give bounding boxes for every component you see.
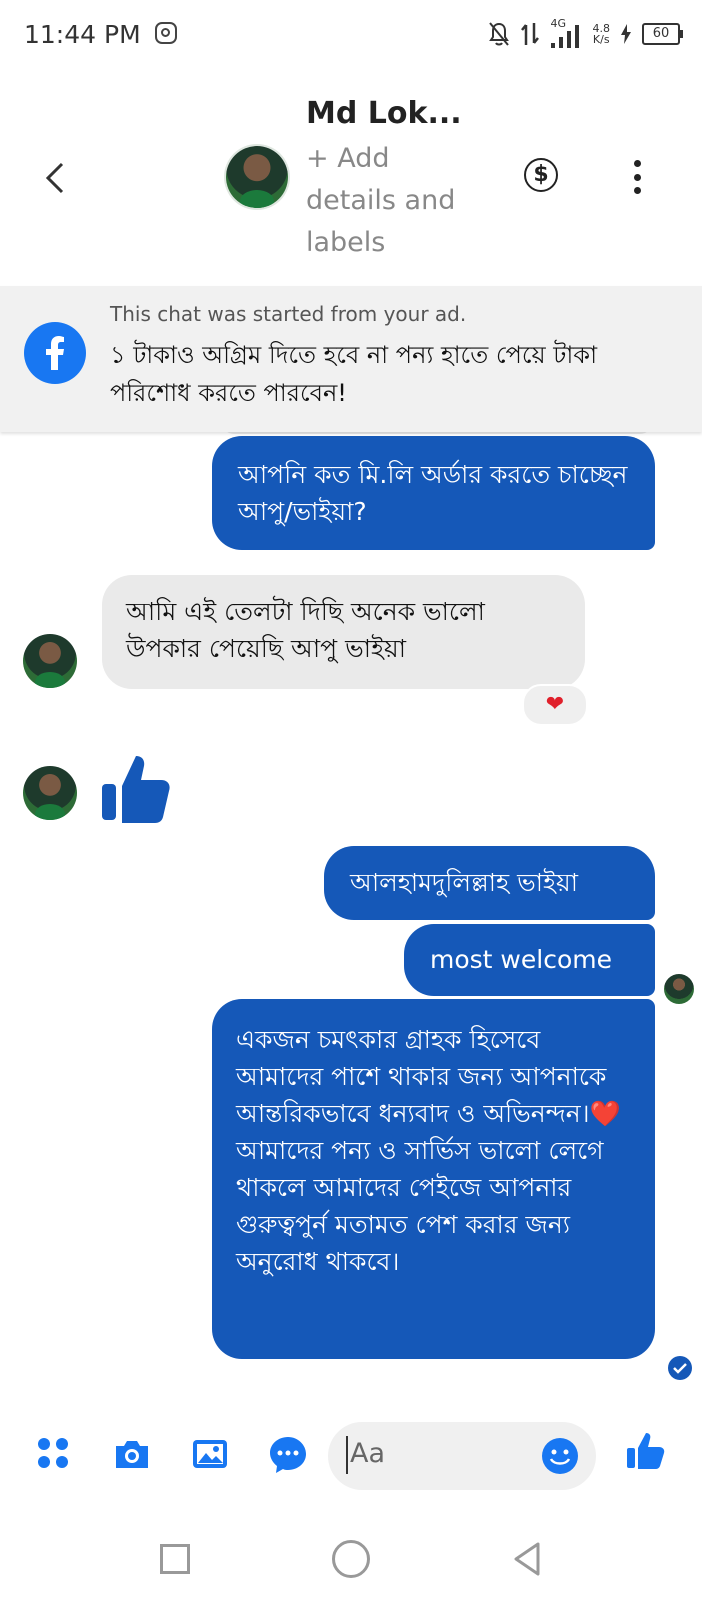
speed-unit: K/s — [592, 33, 610, 46]
data-arrows-icon — [520, 23, 539, 45]
check-icon — [668, 1356, 692, 1380]
bell-off-icon — [488, 22, 509, 46]
previous-message-edge — [222, 432, 652, 434]
message-bubble[interactable]: আপনি কত মি.লি অর্ডার করতে চাচ্ছেন আপু/ভা… — [212, 436, 655, 550]
add-details-link[interactable]: + Add details and labels — [306, 138, 486, 264]
home-button[interactable] — [332, 1540, 370, 1578]
network-speed: 4.8 K/s — [593, 23, 611, 45]
message-bubble[interactable]: আমি এই তেলটা দিছি অনেক ভালো উপকার পেয়েছ… — [102, 575, 585, 689]
apps-icon[interactable] — [34, 1434, 74, 1474]
system-nav-bar — [0, 1510, 702, 1600]
avatar[interactable] — [23, 766, 77, 820]
signal-icon: 4G — [549, 17, 583, 49]
status-icons: 4G 4.8 K/s 60 — [487, 17, 683, 50]
chat-header: Md Lok... + Add details and labels $ — [0, 72, 702, 286]
message-list[interactable]: আপনি কত মি.লি অর্ডার করতে চাচ্ছেন আপু/ভা… — [0, 432, 702, 1400]
chat-icon[interactable] — [268, 1434, 308, 1474]
battery-level: 60 — [652, 26, 670, 41]
message-placeholder: Aa — [350, 1438, 386, 1469]
avatar[interactable] — [23, 634, 77, 688]
facebook-icon — [24, 322, 86, 384]
back-button[interactable] — [40, 158, 70, 198]
battery-icon: 60 — [642, 23, 683, 45]
message-input[interactable]: Aa — [328, 1422, 596, 1490]
status-bar: 11:44 PM 4G 4.8 K/s 60 — [0, 0, 702, 72]
back-icon — [45, 162, 64, 194]
thumbs-up-icon[interactable] — [626, 1430, 666, 1470]
heart-reaction[interactable]: ❤ — [522, 684, 588, 726]
ad-text: ১ টাকাও অগ্রিম দিতে হবে না পন্য হাতে পেয… — [110, 341, 598, 407]
thumbs-up-sticker[interactable] — [100, 750, 174, 824]
message-bubble[interactable]: একজন চমৎকার গ্রাহক হিসেবে আমাদের পাশে থা… — [212, 999, 655, 1359]
text-caret — [346, 1436, 348, 1474]
instagram-icon — [155, 22, 177, 44]
ad-origin-note: This chat was started from your ad. — [110, 302, 467, 326]
emoji-icon[interactable] — [540, 1436, 580, 1476]
contact-name[interactable]: Md Lok... — [306, 96, 462, 131]
camera-icon[interactable] — [112, 1434, 152, 1474]
recents-button[interactable] — [160, 1544, 190, 1574]
dollar-icon[interactable]: $ — [524, 158, 558, 192]
nav-back-button[interactable] — [510, 1540, 544, 1578]
composer-bar: Aa — [0, 1400, 702, 1510]
avatar[interactable] — [226, 146, 288, 208]
seen-avatar — [664, 974, 694, 1004]
status-time: 11:44 PM — [24, 20, 141, 49]
ad-banner: This chat was started from your ad. ১ টা… — [0, 286, 702, 432]
message-bubble[interactable]: most welcome — [404, 924, 655, 996]
message-bubble[interactable]: আলহামদুলিল্লাহ ভাইয়া — [324, 846, 655, 920]
gallery-icon[interactable] — [190, 1434, 230, 1474]
charging-icon — [621, 24, 631, 44]
more-icon[interactable] — [632, 160, 642, 194]
